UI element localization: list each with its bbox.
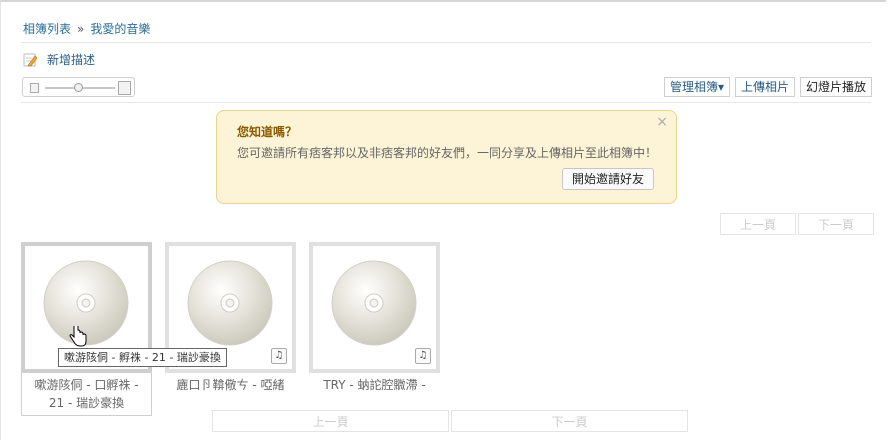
breadcrumb-album-list[interactable]: 相簿列表 [23,22,71,36]
thumb-small-icon[interactable] [30,83,39,93]
album-toolbar: 管理相簿▾ 上傳相片 幻燈片播放 [663,77,872,97]
tip-message: 您可邀請所有痞客邦以及非痞客邦的好友們，一同分享及上傳相片至此相簿中！ [237,146,658,160]
upload-photos-button[interactable]: 上傳相片 [734,77,795,97]
pencil-icon [23,53,37,66]
album-title-line: 廘口卪鞥儆ㄘ - 啞緒 [176,378,285,392]
invite-friends-button[interactable]: 開始邀請好友 [562,168,655,190]
album-title-line: TRY - 蚋詑腔覹滯 - [323,378,426,392]
tip-title: 您知道嗎？ [237,125,298,139]
add-description[interactable]: 新增描述 [23,51,95,68]
music-note-icon: ♫ [415,348,431,364]
breadcrumb-current-album[interactable]: 我愛的音樂 [90,22,150,36]
divider [21,102,871,103]
add-description-link[interactable]: 新增描述 [47,51,95,68]
album-title-line: 21 - 瑞訬豪換 [48,396,125,410]
divider [21,42,871,43]
music-note-icon: ♫ [271,348,287,364]
cd-disc-icon [187,260,273,346]
close-icon[interactable]: × [656,114,668,130]
thumbnail-size-slider[interactable] [22,77,135,97]
slider-handle[interactable] [74,83,83,92]
prev-page-button[interactable]: 上一頁 [212,410,449,432]
pager-bottom: 上一頁 下一頁 [210,410,688,432]
album-title-line: 嗽游陔侗 - 口孵祩 - [34,378,139,392]
prev-page-button[interactable]: 上一頁 [720,213,796,235]
breadcrumb: 相簿列表 » 我愛的音樂 [23,20,150,37]
album-thumbnail[interactable]: ♫ [309,242,440,373]
breadcrumb-separator: » [77,22,85,36]
hand-cursor-icon [69,326,87,347]
pager-top: 上一頁 下一頁 [718,213,874,235]
cd-disc-icon [331,260,417,346]
next-page-button[interactable]: 下一頁 [451,410,688,432]
album-title[interactable]: 嗽游陔侗 - 口孵祩 - 21 - 瑞訬豪換 [21,376,152,412]
manage-album-button[interactable]: 管理相簿▾ [663,77,730,97]
next-page-button[interactable]: 下一頁 [798,213,874,235]
album-title[interactable]: TRY - 蚋詑腔覹滯 - [309,376,440,394]
album-title[interactable]: 廘口卪鞥儆ㄘ - 啞緒 [165,376,296,394]
did-you-know-tip: 您知道嗎？ × 您可邀請所有痞客邦以及非痞客邦的好友們，一同分享及上傳相片至此相… [216,110,677,204]
thumb-large-icon[interactable] [118,81,131,95]
slideshow-button[interactable]: 幻燈片播放 [799,77,872,97]
album-tooltip: 嗽游陔侗 - 孵祩 - 21 - 瑞訬豪換 [58,348,227,367]
